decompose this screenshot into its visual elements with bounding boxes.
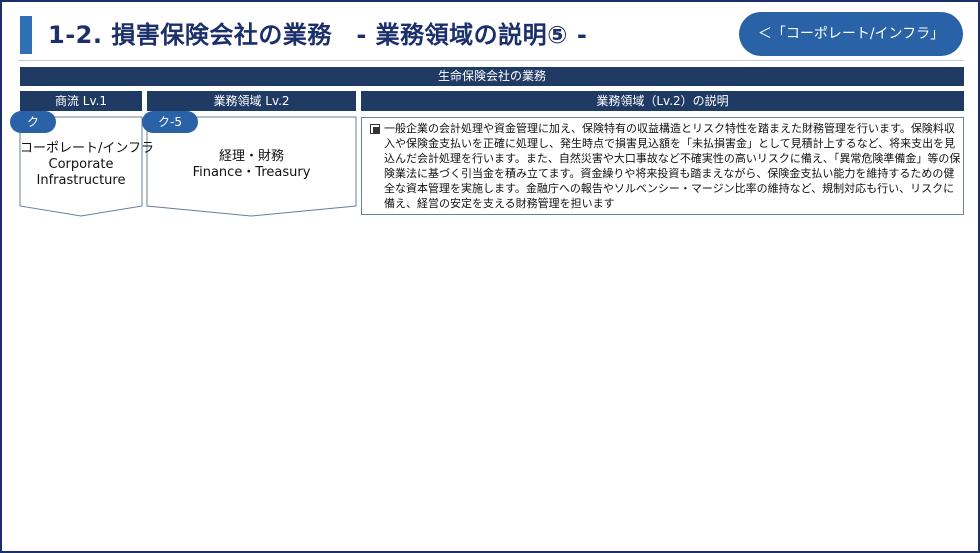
lv1-name-ja: コーポレート/インフラ (20, 141, 154, 156)
lv1-name: コーポレート/インフラ Corporate Infrastructure (20, 141, 154, 189)
column-header-lv2: 業務領域 Lv.2 (147, 91, 356, 111)
title-divider (18, 60, 964, 61)
description-text: 一般企業の会計処理や資金管理に加え、保険特有の収益構造とリスク特性を踏まえた財務… (384, 122, 961, 210)
slide: 1-2. 損害保険会社の業務 - 業務領域の説明⑤ - ＜「コーポレート/インフ… (0, 0, 980, 553)
lv2-code-badge: ク-5 (142, 111, 198, 133)
back-to-corporate-infra-button[interactable]: ＜「コーポレート/インフラ」 (739, 12, 963, 56)
title-accent-bar (20, 16, 32, 54)
description-cell: 一般企業の会計処理や資金管理に加え、保険特有の収益構造とリスク特性を踏まえた財務… (361, 117, 964, 215)
lv1-name-en-line2: Infrastructure (36, 173, 126, 188)
lv2-name: 経理・財務 Finance・Treasury (147, 149, 356, 181)
lv2-name-en: Finance・Treasury (192, 165, 311, 180)
company-header-bar: 生命保険会社の業務 (20, 67, 964, 86)
page-title: 1-2. 損害保険会社の業務 - 業務領域の説明⑤ - (48, 21, 588, 49)
lv1-code-badge: ク (10, 111, 56, 133)
column-header-lv1: 商流 Lv.1 (20, 91, 142, 111)
checkbox-bullet-icon (370, 124, 380, 134)
column-header-description: 業務領域（Lv.2）の説明 (361, 91, 964, 111)
lv1-name-en-line1: Corporate (48, 157, 114, 172)
lv2-name-ja: 経理・財務 (218, 149, 284, 164)
